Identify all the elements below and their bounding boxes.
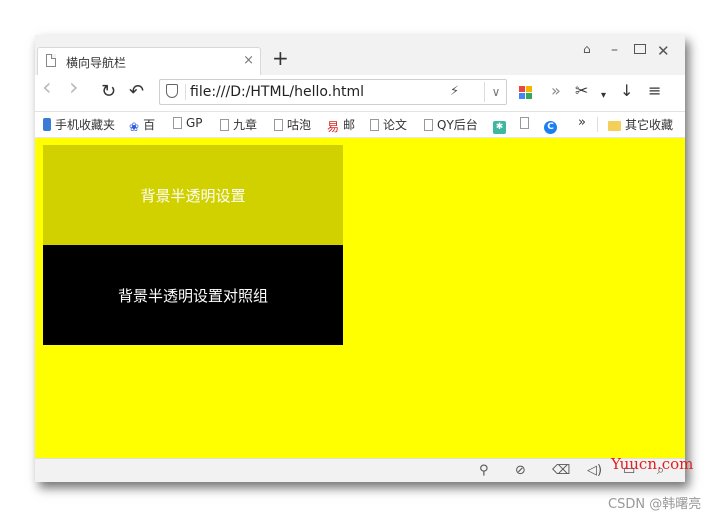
undo-button[interactable]: ↶ [129,83,144,101]
gear-icon: ✱ [493,121,506,134]
paw-icon: ❀ [129,120,140,134]
chevron-down-icon[interactable]: ▾ [601,87,606,105]
page-icon [274,119,283,131]
bookmark-item[interactable]: C [544,116,561,134]
page-icon [46,54,56,67]
close-button[interactable]: ✕ [657,42,670,60]
control-box-label: 背景半透明设置对照组 [117,286,268,305]
address-bar[interactable]: file:///D:/HTML/hello.html ⚡ ∨ [159,79,507,105]
bookmark-item[interactable]: 易邮 [327,116,355,135]
bookmark-item[interactable] [520,116,533,130]
bookmark-item[interactable]: 九章 [220,116,257,133]
divider [597,117,598,132]
apps-icon[interactable] [519,86,533,100]
semi-transparent-box: 背景半透明设置 [43,145,343,245]
shield-icon [166,84,178,98]
folder-icon [608,121,621,131]
skin-icon[interactable]: ⌂ [583,42,591,56]
site-watermark: Yuucn.com [611,455,694,473]
semi-box-label: 背景半透明设置 [140,186,246,205]
speaker-icon[interactable]: ◁) [587,463,602,478]
page-viewport: 背景半透明设置 背景半透明设置对照组 [35,138,685,458]
tab-strip: 横向导航栏 × + ⌂ – ✕ [35,35,685,75]
csdn-watermark: CSDN @韩曙亮 [608,497,702,512]
bookmarks-bar: 手机收藏夹 ❀ 百 GP 九章 咕泡 易邮 论文 QY后台 ✱ C » 其它收藏 [35,112,685,138]
mail-icon: 易 [327,120,340,134]
page-icon [520,117,529,129]
page-icon [370,119,379,131]
tab-active[interactable]: 横向导航栏 × [37,47,261,75]
bolt-icon[interactable]: ⚡ [450,84,459,99]
forward-button[interactable]: › [69,75,79,99]
bookmark-item[interactable]: GP [173,116,203,130]
more-extensions-icon[interactable]: » [551,82,561,100]
bookmark-item[interactable]: 论文 [370,116,407,133]
control-box: 背景半透明设置对照组 [43,245,343,345]
reload-button[interactable]: ↻ [101,83,116,101]
pin-icon[interactable]: ⚲ [479,463,489,478]
page-icon [220,119,229,131]
tab-close-icon[interactable]: × [243,53,254,68]
back-button[interactable]: ‹ [42,75,52,99]
tab-title: 横向导航栏 [66,56,127,70]
download-icon[interactable]: ↓ [620,82,633,100]
g-icon: C [544,121,557,134]
new-tab-button[interactable]: + [272,48,289,68]
minimize-button[interactable]: – [611,42,618,58]
bookmark-item[interactable]: ❀ 百 [129,116,155,134]
compass-icon[interactable]: ⊘ [515,463,526,478]
bookmark-item[interactable]: QY后台 [424,116,478,133]
phone-icon [43,118,51,131]
url-text[interactable]: file:///D:/HTML/hello.html [190,84,364,100]
bookmarks-more-icon[interactable]: » [578,115,586,130]
browser-window: 横向导航栏 × + ⌂ – ✕ ‹ › ↻ ↶ file:///D:/HTML/… [35,35,685,482]
divider [185,84,186,100]
trash-icon[interactable]: ⌫ [552,463,570,478]
address-toolbar: ‹ › ↻ ↶ file:///D:/HTML/hello.html ⚡ ∨ »… [35,75,685,112]
maximize-button[interactable] [634,44,646,54]
dropdown-icon[interactable]: ∨ [484,82,507,102]
status-bar: ⚲ ⊘ ⌫ ◁) ▭ ⌕ [35,458,685,482]
page-icon [173,117,182,129]
bookmark-item[interactable]: 咕泡 [274,116,311,133]
scissors-icon[interactable]: ✂ [575,82,588,100]
bookmark-item[interactable]: ✱ [493,116,510,134]
page-icon [424,119,433,131]
menu-icon[interactable]: ≡ [648,82,661,100]
bookmark-item[interactable]: 手机收藏夹 [43,116,115,133]
other-bookmarks[interactable]: 其它收藏 [608,116,673,133]
